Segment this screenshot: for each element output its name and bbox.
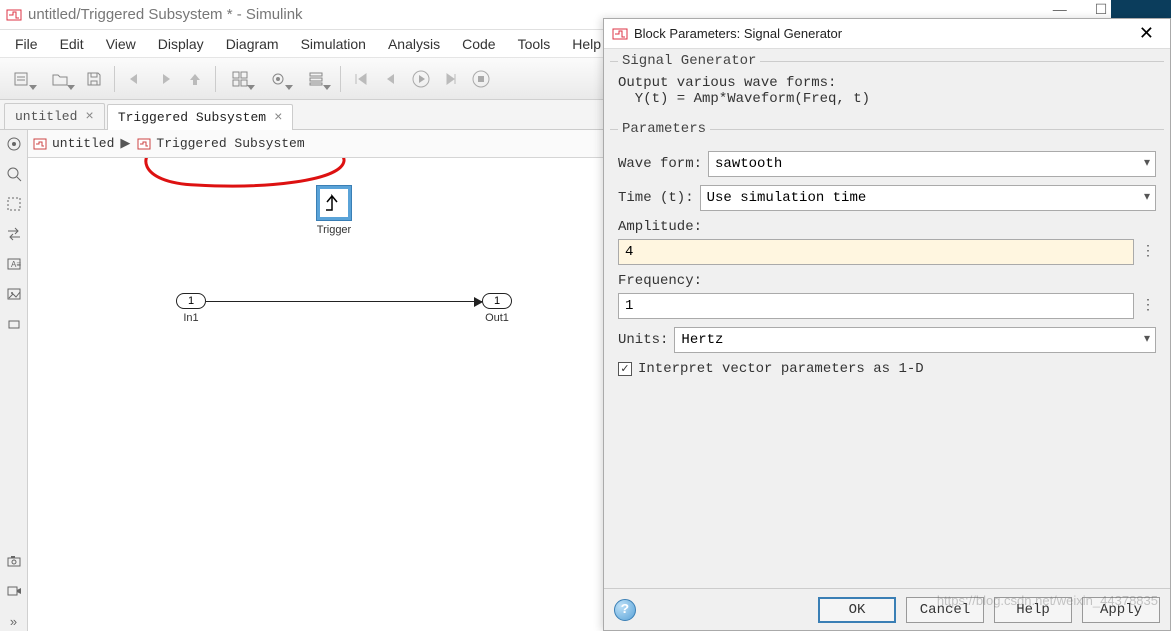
model-config-button[interactable] (260, 65, 296, 93)
save-button[interactable] (80, 65, 108, 93)
svg-text:A≡: A≡ (11, 260, 21, 269)
desc-line2: Y(t) = Amp*Waveform(Freq, t) (618, 91, 1156, 107)
simulink-dialog-icon (612, 26, 628, 42)
zoom-icon[interactable] (4, 164, 24, 184)
menu-diagram[interactable]: Diagram (215, 32, 290, 56)
breadcrumb-root[interactable]: untitled (52, 136, 114, 151)
record-icon[interactable] (4, 581, 24, 601)
menu-display[interactable]: Display (147, 32, 215, 56)
trigger-block[interactable] (317, 186, 351, 220)
subsystem-icon (136, 136, 152, 152)
units-select[interactable] (674, 327, 1156, 353)
image-icon[interactable] (4, 284, 24, 304)
up-button[interactable] (181, 65, 209, 93)
menu-view[interactable]: View (95, 32, 147, 56)
open-button[interactable] (42, 65, 78, 93)
time-select[interactable] (700, 185, 1156, 211)
waveform-label: Wave form: (618, 156, 702, 172)
dialog-title: Block Parameters: Signal Generator (634, 26, 1131, 41)
box-icon[interactable] (4, 314, 24, 334)
menu-edit[interactable]: Edit (49, 32, 95, 56)
chevron-right-icon: ▶ (118, 136, 132, 151)
trigger-block-label: Trigger (304, 224, 364, 236)
menu-code[interactable]: Code (451, 32, 506, 56)
menu-tools[interactable]: Tools (507, 32, 562, 56)
units-label: Units: (618, 332, 668, 348)
run-button[interactable] (407, 65, 435, 93)
parameters-group: Parameters Wave form: Time (t): Amplitud… (610, 121, 1164, 584)
frequency-input[interactable] (618, 293, 1134, 319)
parent-window-controls: — ☐ ✕ (861, 0, 1171, 18)
min-icon: — (1053, 1, 1067, 17)
in-port-block[interactable]: 1 (176, 293, 206, 309)
step-back-one-button[interactable] (377, 65, 405, 93)
tab-label: Triggered Subsystem (118, 110, 266, 125)
dialog-titlebar[interactable]: Block Parameters: Signal Generator ✕ (604, 19, 1170, 49)
amplitude-input[interactable] (618, 239, 1134, 265)
help-icon[interactable]: ? (614, 599, 636, 621)
step-back-button[interactable] (347, 65, 375, 93)
description-group: Signal Generator Output various wave for… (610, 53, 1164, 113)
close-icon[interactable]: × (274, 110, 282, 126)
in-port-label: In1 (171, 312, 211, 324)
signal-line[interactable] (206, 301, 482, 302)
back-button[interactable] (121, 65, 149, 93)
model-explorer-button[interactable] (298, 65, 334, 93)
ok-button[interactable]: OK (818, 597, 896, 623)
frequency-more-button[interactable]: ⋮ (1140, 293, 1156, 319)
breadcrumb-current[interactable]: Triggered Subsystem (156, 136, 304, 151)
watermark-text: https://blog.csdn.net/weixin_44378835 (937, 593, 1158, 608)
camera-icon[interactable] (4, 551, 24, 571)
simulink-app-icon (6, 7, 22, 23)
expand-icon[interactable]: » (4, 611, 24, 631)
time-label: Time (t): (618, 190, 694, 206)
amplitude-more-button[interactable]: ⋮ (1140, 239, 1156, 265)
description-legend: Signal Generator (618, 53, 760, 69)
out-port-block[interactable]: 1 (482, 293, 512, 309)
waveform-select[interactable] (708, 151, 1156, 177)
desc-line1: Output various wave forms: (618, 75, 1156, 91)
menu-analysis[interactable]: Analysis (377, 32, 451, 56)
trigger-icon (323, 192, 345, 214)
dialog-close-button[interactable]: ✕ (1131, 23, 1162, 44)
palette-strip: A≡ » (0, 130, 28, 631)
tab-untitled[interactable]: untitled × (4, 103, 105, 129)
tab-triggered-subsystem[interactable]: Triggered Subsystem × (107, 104, 294, 130)
tab-label: untitled (15, 109, 77, 124)
annotate-icon[interactable]: A≡ (4, 254, 24, 274)
close-icon[interactable]: × (85, 109, 93, 125)
block-parameters-dialog: Block Parameters: Signal Generator ✕ Sig… (603, 18, 1171, 631)
model-icon[interactable] (32, 136, 48, 152)
library-browser-button[interactable] (222, 65, 258, 93)
interpret-vector-checkbox[interactable]: ✓ (618, 362, 632, 376)
out-port-label: Out1 (477, 312, 517, 324)
menu-file[interactable]: File (4, 32, 49, 56)
swap-icon[interactable] (4, 224, 24, 244)
stop-button[interactable] (467, 65, 495, 93)
forward-button[interactable] (151, 65, 179, 93)
amplitude-label: Amplitude: (618, 219, 702, 235)
new-model-button[interactable] (4, 65, 40, 93)
interpret-vector-label: Interpret vector parameters as 1-D (638, 361, 924, 377)
navigate-icon[interactable] (4, 134, 24, 154)
max-icon: ☐ (1095, 1, 1108, 18)
step-forward-button[interactable] (437, 65, 465, 93)
fit-icon[interactable] (4, 194, 24, 214)
window-title: untitled/Triggered Subsystem * - Simulin… (28, 6, 303, 23)
frequency-label: Frequency: (618, 273, 702, 289)
parameters-legend: Parameters (618, 121, 710, 137)
menu-simulation[interactable]: Simulation (290, 32, 377, 56)
